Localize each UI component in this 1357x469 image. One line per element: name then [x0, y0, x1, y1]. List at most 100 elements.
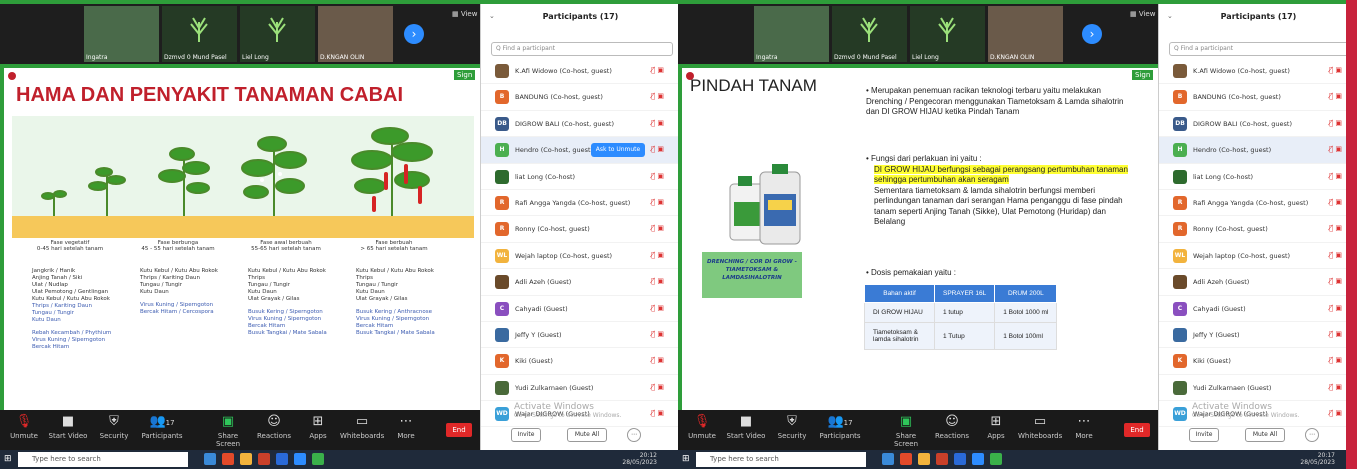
- video-tile[interactable]: Liel Long: [910, 6, 985, 62]
- security-button[interactable]: ⛨ Security: [92, 414, 136, 440]
- security-button[interactable]: ⛨ Security: [770, 414, 814, 440]
- mic-video-muted-icon: 🎙̸ ▣: [1328, 145, 1342, 154]
- more-button[interactable]: ⋯ More: [1062, 414, 1106, 440]
- participant-name: Wejah laptop (Co-host, guest): [1193, 251, 1291, 260]
- participant-name: BANDUNG (Co-host, guest): [1193, 93, 1281, 102]
- participant-row[interactable]: liat Long (Co-host) 🎙̸ ▣: [1159, 164, 1357, 190]
- participant-row[interactable]: Adli Azeh (Guest) 🎙̸ ▣: [481, 269, 679, 296]
- mute-all-button[interactable]: Mute All: [1245, 428, 1285, 442]
- folder-app-icon[interactable]: [918, 453, 930, 465]
- participant-row[interactable]: Adli Azeh (Guest) 🎙̸ ▣: [1159, 269, 1357, 296]
- chevron-down-icon[interactable]: ⌄: [1167, 12, 1173, 20]
- participant-row[interactable]: K.Afi Widowo (Co-host, guest) 🎙̸ ▣: [481, 58, 679, 85]
- participant-row[interactable]: WL Wejah laptop (Co-host, guest) 🎙̸ ▣: [1159, 243, 1357, 270]
- whiteboard-icon: ▭: [1033, 414, 1047, 429]
- participants-button[interactable]: 👥17 Participants: [818, 414, 862, 440]
- participant-row[interactable]: R Ronny (Co-host, guest) 🎙̸ ▣: [481, 216, 679, 243]
- watermark-text: Activate Windows: [514, 402, 594, 412]
- sign-label: Sign: [454, 70, 476, 80]
- participant-row[interactable]: R Rafi Angga Yangda (Co-host, guest) 🎙̸ ▣: [481, 190, 679, 217]
- word-app-icon[interactable]: [276, 453, 288, 465]
- windows-start-icon[interactable]: ⊞: [4, 454, 12, 464]
- whiteboards-button[interactable]: ▭ Whiteboards: [1018, 414, 1062, 440]
- end-button[interactable]: End: [1124, 423, 1150, 437]
- start-video-button[interactable]: ■ Start Video: [46, 414, 90, 440]
- excel-app-icon[interactable]: [990, 453, 1002, 465]
- product-caption: DRENCHING / COR DI GROW - TIAMETOKSAM & …: [702, 252, 802, 298]
- participant-row[interactable]: Jeffy Y (Guest) 🎙̸ ▣: [1159, 322, 1357, 349]
- reactions-button[interactable]: ☺ Reactions: [930, 414, 974, 440]
- participant-row[interactable]: B BANDUNG (Co-host, guest) 🎙̸ ▣: [481, 84, 679, 111]
- video-tile[interactable]: Dzmvd 0 Mund Pasel: [832, 6, 907, 62]
- ask-to-unmute-button[interactable]: Ask to Unmute: [591, 143, 645, 158]
- zoom-app-icon[interactable]: [294, 453, 306, 465]
- participant-row[interactable]: Jeffy Y (Guest) 🎙̸ ▣: [481, 322, 679, 349]
- participant-row[interactable]: B BANDUNG (Co-host, guest) 🎙̸ ▣: [1159, 84, 1357, 111]
- more-options-icon[interactable]: ⋯: [627, 428, 641, 442]
- word-app-icon[interactable]: [954, 453, 966, 465]
- participant-row[interactable]: K Kiki (Guest) 🎙̸ ▣: [1159, 348, 1357, 375]
- avatar: R: [495, 195, 509, 210]
- view-button[interactable]: ▦ View: [1130, 10, 1155, 18]
- bullet-3-text: Dosis pemakaian yaitu :: [871, 268, 956, 277]
- participant-search-input[interactable]: Q Find a participant: [1169, 42, 1351, 56]
- participant-row[interactable]: R Rafi Angga Yangda (Co-host, guest) 🎙̸ ▣: [1159, 190, 1357, 217]
- participant-row[interactable]: WL Wejah laptop (Co-host, guest) 🎙̸ ▣: [481, 243, 679, 270]
- apps-button[interactable]: ⊞ Apps: [296, 414, 340, 440]
- next-page-icon[interactable]: ›: [1082, 24, 1102, 44]
- powerpoint-app-icon[interactable]: [936, 453, 948, 465]
- video-tile[interactable]: D.KNGAN OLIN: [318, 6, 393, 62]
- participant-row[interactable]: Yudi Zulkarnaen (Guest) 🎙̸ ▣: [1159, 375, 1357, 402]
- participant-row[interactable]: H Hendro (Co-host, guest) 🎙̸ ▣: [1159, 137, 1357, 164]
- table-cell: 1 tutup: [933, 302, 996, 323]
- participant-row[interactable]: C Cahyadi (Guest) 🎙̸ ▣: [481, 296, 679, 322]
- zoom-app-icon[interactable]: [972, 453, 984, 465]
- participants-button[interactable]: 👥17 Participants: [140, 414, 184, 440]
- video-tile[interactable]: Ingatra: [754, 6, 829, 62]
- view-button[interactable]: ▦ View: [452, 10, 477, 18]
- participant-row[interactable]: DB DIGROW BALI (Co-host, guest) 🎙̸ ▣: [1159, 111, 1357, 138]
- mic-video-muted-icon: 🎙̸ ▣: [1328, 197, 1342, 206]
- invite-button[interactable]: Invite: [1189, 428, 1219, 442]
- participant-search-input[interactable]: Q Find a participant: [491, 42, 673, 56]
- digrow-logo-icon: [860, 17, 878, 42]
- share-screen-button[interactable]: ▣ Share Screen: [884, 414, 928, 448]
- windows-start-icon[interactable]: ⊞: [682, 454, 690, 464]
- start-video-button[interactable]: ■ Start Video: [724, 414, 768, 440]
- chevron-down-icon[interactable]: ⌄: [489, 12, 495, 20]
- participant-row[interactable]: H Hendro (Co-host, guest) 🎙̸ ▣ Ask to Unmut…: [481, 137, 679, 164]
- participant-row[interactable]: Yudi Zulkarnaen (Guest) 🎙̸ ▣: [481, 375, 679, 402]
- participant-row[interactable]: R Ronny (Co-host, guest) 🎙̸ ▣: [1159, 216, 1357, 243]
- next-page-icon[interactable]: ›: [404, 24, 424, 44]
- chrome-app-icon[interactable]: [882, 453, 894, 465]
- participant-row[interactable]: liat Long (Co-host) 🎙̸ ▣: [481, 164, 679, 190]
- reactions-button[interactable]: ☺ Reactions: [252, 414, 296, 440]
- video-tile[interactable]: Dzmvd 0 Mund Pasel: [162, 6, 237, 62]
- share-screen-button[interactable]: ▣ Share Screen: [206, 414, 250, 448]
- participant-row[interactable]: K Kiki (Guest) 🎙̸ ▣: [481, 348, 679, 375]
- opera-app-icon[interactable]: [222, 453, 234, 465]
- participant-row[interactable]: DB DIGROW BALI (Co-host, guest) 🎙̸ ▣: [481, 111, 679, 138]
- taskbar-search-input[interactable]: Type here to search: [18, 452, 188, 467]
- participant-row[interactable]: C Cahyadi (Guest) 🎙̸ ▣: [1159, 296, 1357, 322]
- more-options-icon[interactable]: ⋯: [1305, 428, 1319, 442]
- video-tile[interactable]: D.KNGAN OLIN: [988, 6, 1063, 62]
- excel-app-icon[interactable]: [312, 453, 324, 465]
- chrome-app-icon[interactable]: [204, 453, 216, 465]
- video-tile[interactable]: Liel Long: [240, 6, 315, 62]
- unmute-button[interactable]: 🎙 Unmute: [2, 414, 46, 440]
- mute-all-button[interactable]: Mute All: [567, 428, 607, 442]
- folder-app-icon[interactable]: [240, 453, 252, 465]
- taskbar-search-input[interactable]: Type here to search: [696, 452, 866, 467]
- more-button[interactable]: ⋯ More: [384, 414, 428, 440]
- invite-button[interactable]: Invite: [511, 428, 541, 442]
- opera-app-icon[interactable]: [900, 453, 912, 465]
- apps-button[interactable]: ⊞ Apps: [974, 414, 1018, 440]
- end-button[interactable]: End: [446, 423, 472, 437]
- powerpoint-app-icon[interactable]: [258, 453, 270, 465]
- video-tile[interactable]: Ingatra: [84, 6, 159, 62]
- whiteboards-button[interactable]: ▭ Whiteboards: [340, 414, 384, 440]
- unmute-button[interactable]: 🎙 Unmute: [680, 414, 724, 440]
- participant-row[interactable]: K.Afi Widowo (Co-host, guest) 🎙̸ ▣: [1159, 58, 1357, 85]
- slide-header-band: [4, 64, 480, 68]
